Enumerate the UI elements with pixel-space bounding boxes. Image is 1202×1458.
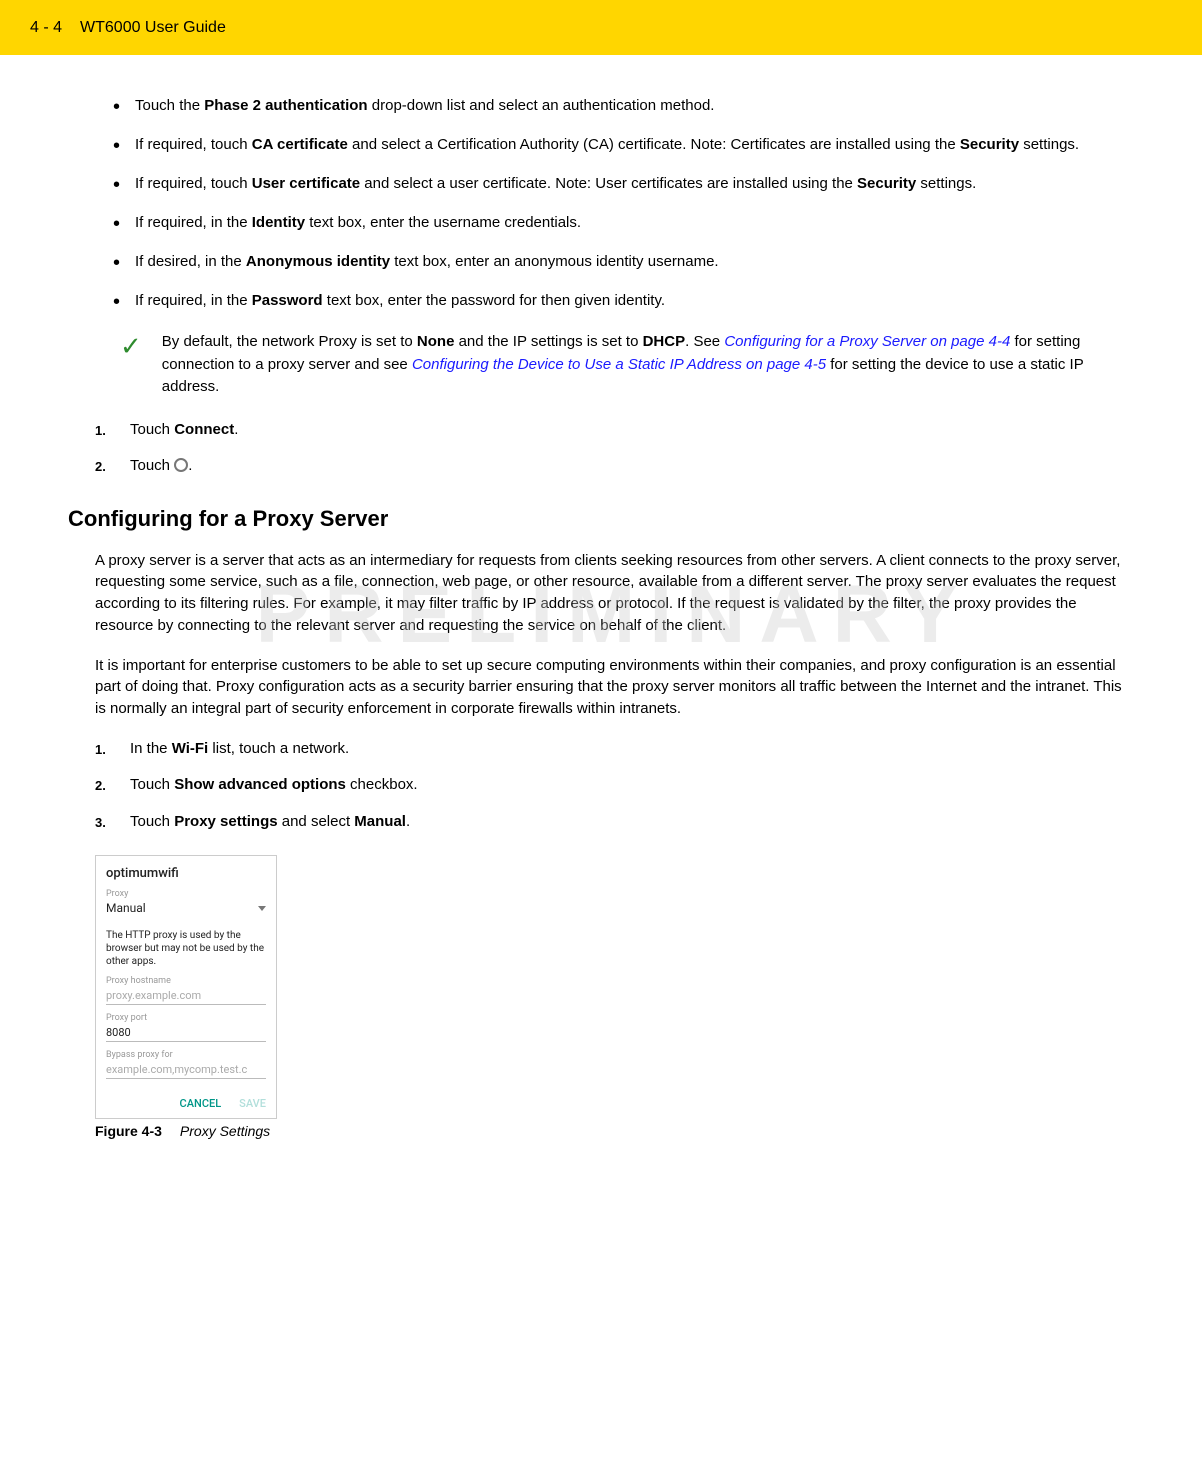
port-label: Proxy port xyxy=(106,1013,266,1023)
hostname-field[interactable]: proxy.example.com xyxy=(106,986,266,1005)
bullet-item: If required, touch User certificate and … xyxy=(135,173,1132,194)
bullet-item: If required, in the Password text box, e… xyxy=(135,290,1132,311)
step-item: 2. Touch Show advanced options checkbox. xyxy=(95,774,1132,797)
section-heading: Configuring for a Proxy Server xyxy=(68,506,1132,532)
step-item: 1. Touch Connect. xyxy=(95,419,1132,442)
save-button[interactable]: SAVE xyxy=(239,1097,266,1110)
proxy-label: Proxy xyxy=(106,889,266,899)
bullet-item: If required, in the Identity text box, e… xyxy=(135,212,1132,233)
guide-title: WT6000 User Guide xyxy=(80,19,226,37)
checkmark-icon: ✓ xyxy=(120,333,142,359)
figure-proxy-settings: optimumwifi Proxy Manual The HTTP proxy … xyxy=(95,855,1132,1139)
note-text: By default, the network Proxy is set to … xyxy=(162,331,1132,399)
instruction-bullets: Touch the Phase 2 authentication drop-do… xyxy=(95,95,1132,311)
hostname-label: Proxy hostname xyxy=(106,976,266,986)
step-list-2: 1. In the Wi-Fi list, touch a network. 2… xyxy=(95,738,1132,834)
port-field[interactable]: 8080 xyxy=(106,1023,266,1042)
link-proxy-config[interactable]: Configuring for a Proxy Server on page 4… xyxy=(724,333,1010,350)
paragraph: It is important for enterprise customers… xyxy=(95,655,1132,720)
note-callout: ✓ By default, the network Proxy is set t… xyxy=(120,331,1132,399)
page-number: 4 - 4 xyxy=(30,19,62,37)
dialog-ssid: optimumwifi xyxy=(106,866,266,881)
chevron-down-icon xyxy=(258,906,266,911)
cancel-button[interactable]: CANCEL xyxy=(180,1097,222,1110)
proxy-value: Manual xyxy=(106,901,146,915)
proxy-dialog-screenshot: optimumwifi Proxy Manual The HTTP proxy … xyxy=(95,855,277,1119)
bypass-label: Bypass proxy for xyxy=(106,1050,266,1060)
bullet-item: Touch the Phase 2 authentication drop-do… xyxy=(135,95,1132,116)
bullet-item: If desired, in the Anonymous identity te… xyxy=(135,251,1132,272)
bullet-item: If required, touch CA certificate and se… xyxy=(135,134,1132,155)
proxy-info-text: The HTTP proxy is used by the browser bu… xyxy=(106,929,266,968)
bypass-field[interactable]: example.com,mycomp.test.c xyxy=(106,1060,266,1079)
link-static-ip[interactable]: Configuring the Device to Use a Static I… xyxy=(412,356,826,373)
step-item: 2. Touch . xyxy=(95,455,1132,478)
home-icon xyxy=(174,458,188,472)
page-header: 4 - 4 WT6000 User Guide xyxy=(0,0,1202,55)
step-item: 1. In the Wi-Fi list, touch a network. xyxy=(95,738,1132,761)
step-item: 3. Touch Proxy settings and select Manua… xyxy=(95,811,1132,834)
figure-caption: Figure 4-3Proxy Settings xyxy=(95,1123,1132,1139)
paragraph: A proxy server is a server that acts as … xyxy=(95,550,1132,637)
step-list-1: 1. Touch Connect. 2. Touch . xyxy=(95,419,1132,478)
proxy-select[interactable]: Manual xyxy=(106,899,266,921)
